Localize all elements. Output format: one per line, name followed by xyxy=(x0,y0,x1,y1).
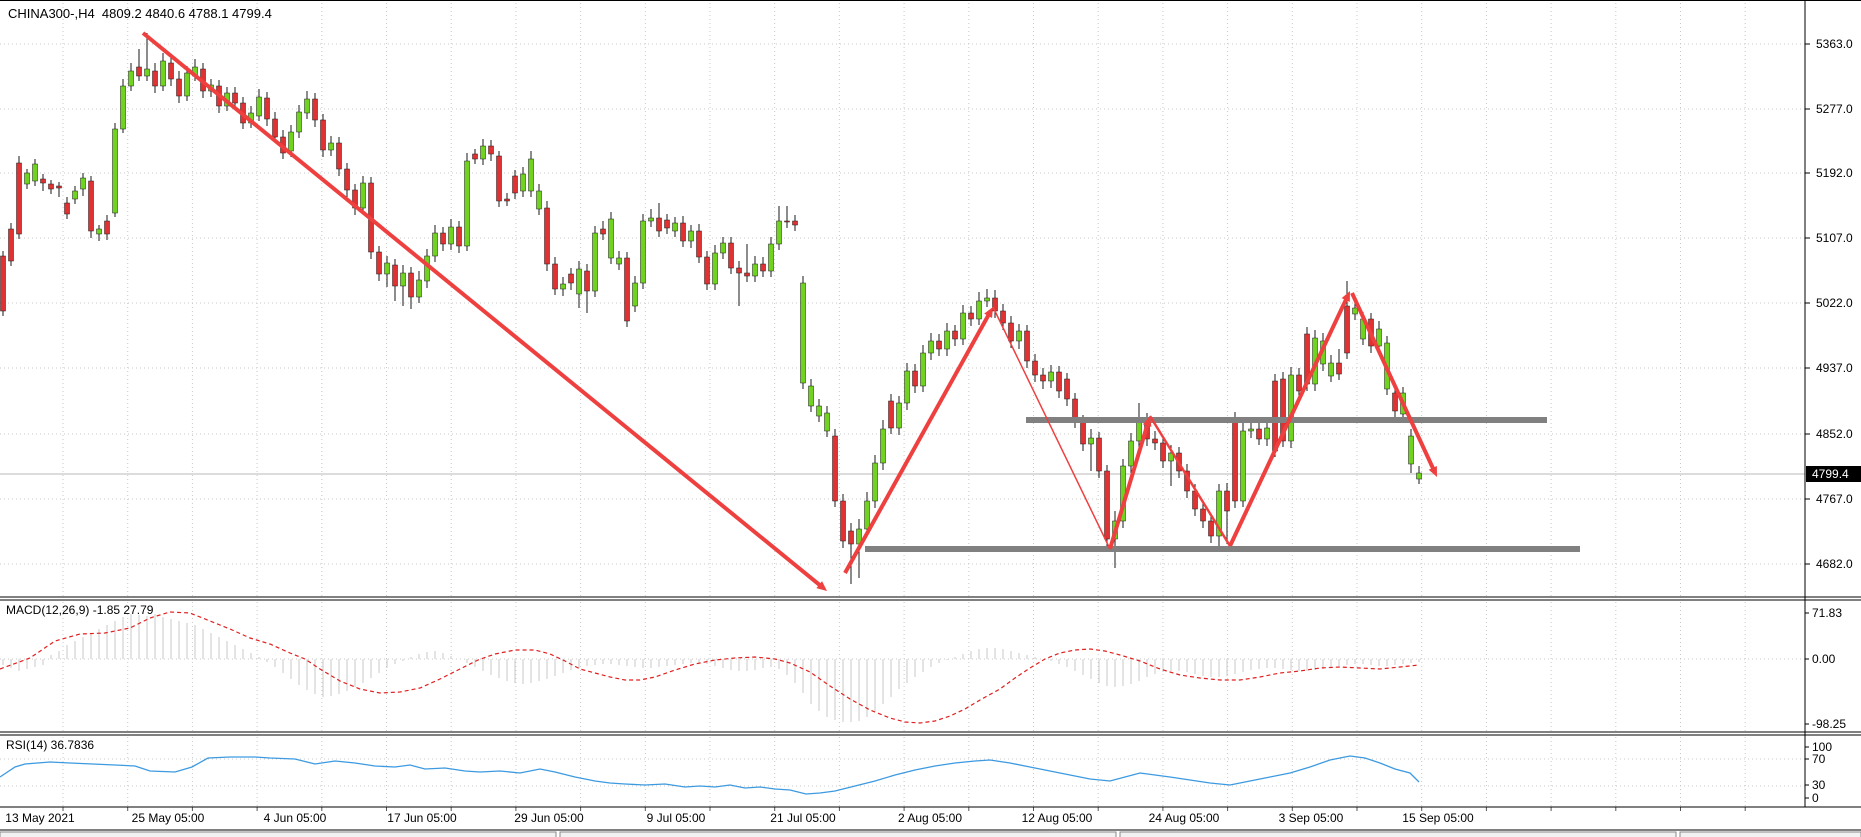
svg-text:-98.25: -98.25 xyxy=(1812,717,1846,731)
svg-text:12 Aug 05:00: 12 Aug 05:00 xyxy=(1022,811,1093,825)
candles-layer xyxy=(1,33,1422,584)
minimized-window-tab[interactable] xyxy=(0,832,556,837)
minimized-window-tab[interactable] xyxy=(1120,832,1676,837)
svg-text:4682.0: 4682.0 xyxy=(1816,557,1853,571)
svg-text:25 May 05:00: 25 May 05:00 xyxy=(132,811,205,825)
time-axis[interactable]: 13 May 2021 25 May 05:00 4 Jun 05:00 17 Jun… xyxy=(5,811,1474,825)
svg-text:4799.4: 4799.4 xyxy=(1812,467,1849,481)
svg-text:13 May 2021: 13 May 2021 xyxy=(5,811,75,825)
svg-text:5277.0: 5277.0 xyxy=(1816,102,1853,116)
svg-text:30: 30 xyxy=(1812,778,1826,792)
minimized-window-tab[interactable] xyxy=(1680,832,1861,837)
svg-text:29 Jun 05:00: 29 Jun 05:00 xyxy=(514,811,584,825)
svg-text:15 Sep 05:00: 15 Sep 05:00 xyxy=(1402,811,1474,825)
svg-text:5022.0: 5022.0 xyxy=(1816,296,1853,310)
trend-arrow[interactable] xyxy=(1150,416,1230,546)
grid-layer xyxy=(0,3,1805,811)
svg-text:4852.0: 4852.0 xyxy=(1816,427,1853,441)
svg-text:17 Jun 05:00: 17 Jun 05:00 xyxy=(387,811,457,825)
svg-text:0: 0 xyxy=(1812,791,1819,805)
svg-text:3 Sep 05:00: 3 Sep 05:00 xyxy=(1279,811,1344,825)
svg-text:2 Aug 05:00: 2 Aug 05:00 xyxy=(898,811,962,825)
svg-text:5107.0: 5107.0 xyxy=(1816,231,1853,245)
svg-text:0.00: 0.00 xyxy=(1812,652,1836,666)
symbol-ohlc-header: CHINA300-,H4 4809.2 4840.6 4788.1 4799.4 xyxy=(8,6,272,21)
svg-text:4767.0: 4767.0 xyxy=(1816,492,1853,506)
svg-text:4 Jun 05:00: 4 Jun 05:00 xyxy=(264,811,327,825)
svg-text:9 Jul 05:00: 9 Jul 05:00 xyxy=(647,811,706,825)
svg-text:71.83: 71.83 xyxy=(1812,606,1842,620)
price-axis[interactable]: 5363.0 5277.0 5192.0 5107.0 5022.0 4937.0 4852… xyxy=(1805,37,1861,571)
trend-arrow[interactable] xyxy=(845,313,990,573)
indicator-axes: 71.830.00-98.2510070300 xyxy=(1805,606,1846,805)
svg-text:4937.0: 4937.0 xyxy=(1816,361,1853,375)
trend-arrow[interactable] xyxy=(143,33,822,587)
chart-canvas[interactable]: 5363.0 5277.0 5192.0 5107.0 5022.0 4937.0 4852… xyxy=(0,1,1861,837)
trend-arrows-layer xyxy=(143,33,1437,591)
minimized-window-tab[interactable] xyxy=(560,832,1116,837)
trend-arrow[interactable] xyxy=(993,307,1110,549)
sr-lines-layer xyxy=(865,420,1580,549)
svg-text:5363.0: 5363.0 xyxy=(1816,37,1853,51)
svg-text:24 Aug 05:00: 24 Aug 05:00 xyxy=(1149,811,1220,825)
svg-text:70: 70 xyxy=(1812,752,1826,766)
macd-indicator-label: MACD(12,26,9) -1.85 27.79 xyxy=(6,603,153,617)
svg-text:5192.0: 5192.0 xyxy=(1816,166,1853,180)
rsi-indicator-label: RSI(14) 36.7836 xyxy=(6,738,94,752)
trading-terminal-chart: { "header": { "title": "CHINA300-,H4 480… xyxy=(0,0,1861,836)
svg-text:21 Jul 05:00: 21 Jul 05:00 xyxy=(770,811,836,825)
